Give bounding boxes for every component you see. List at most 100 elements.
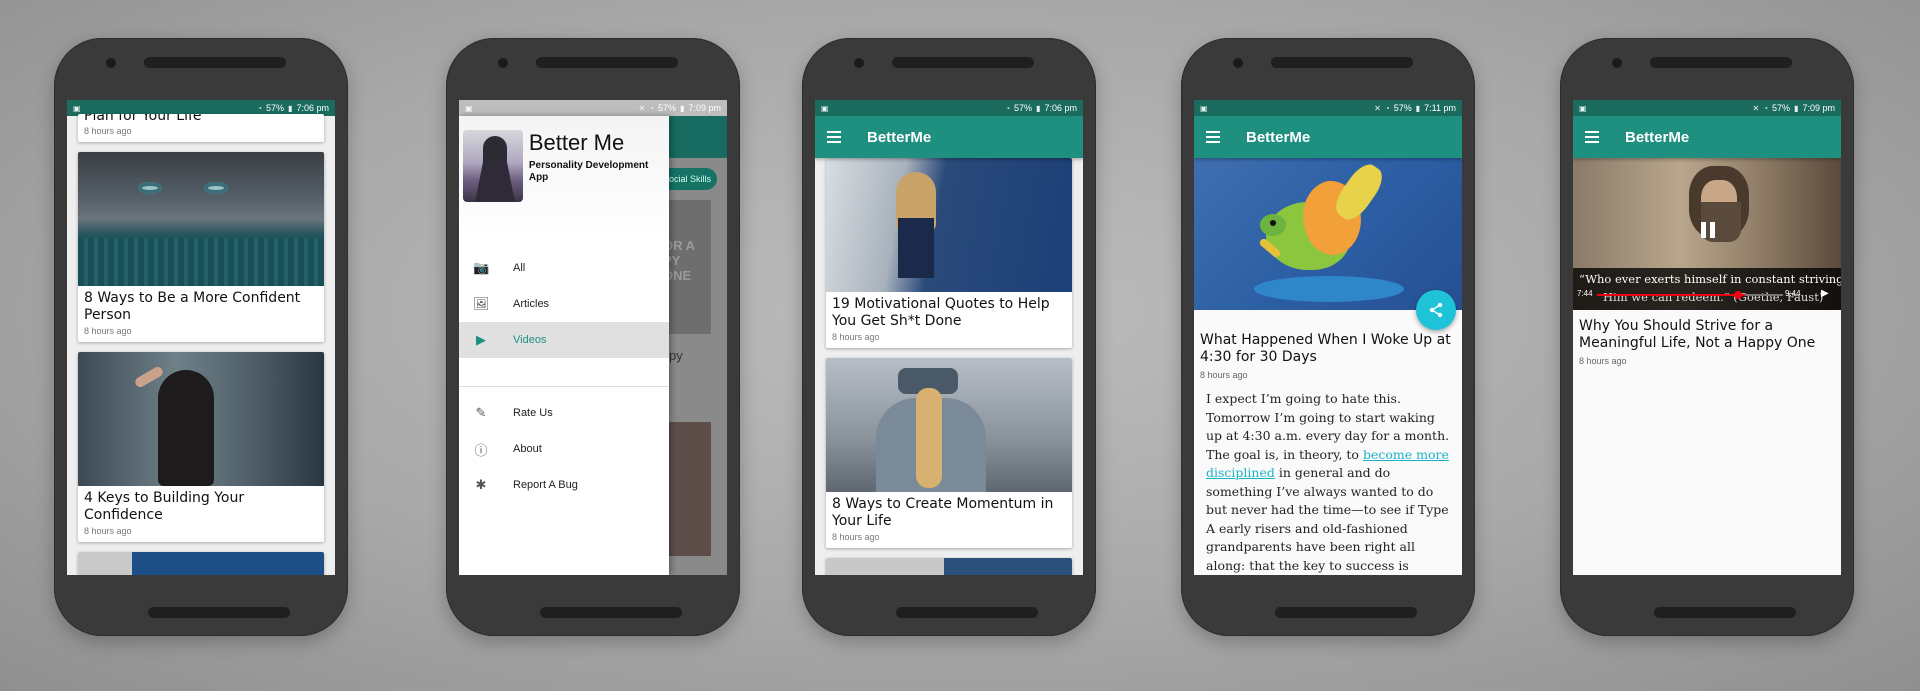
- card-time: 8 hours ago: [84, 526, 132, 536]
- menu-icon[interactable]: [1206, 131, 1220, 143]
- gallery-icon: ▣: [821, 103, 829, 113]
- menu-label: About: [513, 443, 542, 455]
- status-bar: ▣ ✕ ◔ 57% ▮ 7:09 pm: [1573, 100, 1841, 116]
- card-time: 8 hours ago: [832, 332, 880, 342]
- phone-frame-3: ▣ ◔ 57% ▮ 7:06 pm BetterMe 19 Motivation…: [802, 38, 1096, 636]
- caption-line: “Who ever exerts himself in constant str…: [1579, 272, 1841, 286]
- card-image: [78, 152, 324, 286]
- clock: 7:11 pm: [1424, 103, 1456, 113]
- battery-level: 57%: [1014, 103, 1033, 113]
- battery-icon: ▮: [680, 103, 685, 113]
- drawer-subtitle: Personality Development App: [528, 160, 649, 183]
- article-card[interactable]: [826, 558, 1072, 575]
- clock: 7:09 pm: [1802, 103, 1835, 113]
- screen-drawer: ▣ ✕ ◔ 57% ▮ 7:09 pm ocial Skills OR A PY…: [459, 100, 727, 575]
- home-bar: [540, 607, 682, 618]
- card-title: 4 Keys to Building Your Confidence: [84, 490, 245, 523]
- article-card[interactable]: Plan for Your Life 8 hours ago: [78, 114, 324, 142]
- card-time: 8 hours ago: [84, 126, 132, 136]
- app-logo: [463, 130, 523, 202]
- app-bar: BetterMe: [1573, 116, 1841, 158]
- article-card[interactable]: [78, 552, 324, 575]
- bg-text: PY ONE: [663, 253, 692, 283]
- battery-level: 57%: [1393, 103, 1412, 113]
- article-body: I expect I’m going to hate this. Tomorro…: [1194, 384, 1462, 575]
- app-title: BetterMe: [1246, 128, 1311, 146]
- card-image: [826, 158, 1072, 292]
- battery-icon: ▮: [1794, 103, 1799, 113]
- article-card[interactable]: 8 Ways to Be a More Confident Person 8 h…: [78, 152, 324, 342]
- video-title: Why You Should Strive for a Meaningful L…: [1579, 318, 1816, 351]
- menu-item-rate-us[interactable]: ✎ Rate Us: [459, 395, 669, 431]
- article-card[interactable]: 19 Motivational Quotes to Help You Get S…: [826, 158, 1072, 348]
- battery-level: 57%: [658, 103, 677, 113]
- rate-icon: ✎: [475, 405, 487, 420]
- clock: 7:06 pm: [296, 103, 329, 113]
- card-image: [826, 558, 1072, 575]
- app-title: BetterMe: [867, 128, 932, 146]
- menu-label: All: [513, 262, 526, 274]
- app-bar: BetterMe: [1194, 116, 1462, 158]
- duration-time: 9:44: [1785, 289, 1801, 298]
- seek-bar[interactable]: [1597, 294, 1783, 296]
- menu-label: Rate Us: [513, 407, 553, 419]
- card-time: 8 hours ago: [832, 532, 880, 542]
- menu-label: Report A Bug: [513, 479, 578, 491]
- menu-item-report-bug[interactable]: ✱ Report A Bug: [459, 467, 669, 503]
- drawer-header: Better Me Personality Development App: [459, 116, 669, 238]
- camera: [498, 58, 508, 68]
- card-image: [826, 358, 1072, 492]
- wifi-icon: ◔: [649, 103, 655, 113]
- mute-icon: ✕: [1374, 103, 1381, 113]
- mute-icon: ✕: [638, 103, 646, 113]
- bg-text: py: [669, 348, 683, 363]
- video-player[interactable]: “Who ever exerts himself in constant str…: [1573, 158, 1841, 310]
- clock: 7:06 pm: [1044, 103, 1077, 113]
- wifi-icon: ◔: [1005, 103, 1011, 113]
- status-bar: ▣ ✕ ◔ 57% ▮ 7:11 pm: [1194, 100, 1462, 116]
- clock: 7:09 pm: [688, 103, 721, 113]
- phone-frame-1: ▣ ◔ 57% ▮ 7:06 pm Plan for Your Life 8 h…: [54, 38, 348, 636]
- menu-icon[interactable]: [1585, 131, 1599, 143]
- article-card[interactable]: 8 Ways to Create Momentum in Your Life 8…: [826, 358, 1072, 548]
- elapsed-time: 7:44: [1577, 289, 1593, 298]
- image-icon: 🖼: [473, 296, 490, 311]
- screen-home-list: ▣ ◔ 57% ▮ 7:06 pm Plan for Your Life 8 h…: [67, 100, 335, 575]
- phone-frame-4: ▣ ✕ ◔ 57% ▮ 7:11 pm BetterMe What Happen…: [1181, 38, 1475, 636]
- phone-frame-5: ▣ ✕ ◔ 57% ▮ 7:09 pm BetterMe “Who ever e…: [1560, 38, 1854, 636]
- divider: [459, 386, 669, 387]
- battery-level: 57%: [1772, 103, 1791, 113]
- chip-label: ocial Skills: [668, 174, 711, 184]
- card-image: [78, 552, 324, 575]
- pause-icon[interactable]: [1701, 222, 1717, 244]
- card-image: [78, 352, 324, 486]
- wifi-icon: ◔: [257, 103, 263, 113]
- menu-item-videos[interactable]: ▶ Videos: [459, 322, 669, 358]
- youtube-icon[interactable]: ▶: [1821, 288, 1829, 299]
- menu-label: Videos: [513, 334, 547, 346]
- screen-articles: ▣ ◔ 57% ▮ 7:06 pm BetterMe 19 Motivation…: [815, 100, 1083, 575]
- card-time: 8 hours ago: [84, 326, 132, 336]
- menu-icon[interactable]: [827, 131, 841, 143]
- wifi-icon: ◔: [1384, 103, 1390, 113]
- home-bar: [1275, 607, 1417, 618]
- menu-item-articles[interactable]: 🖼 Articles: [459, 286, 669, 322]
- mute-icon: ✕: [1752, 103, 1760, 113]
- battery-level: 57%: [266, 103, 285, 113]
- menu-item-all[interactable]: 📷 All: [459, 250, 669, 286]
- seek-handle[interactable]: [1734, 291, 1742, 299]
- home-bar: [148, 607, 290, 618]
- share-icon: [1429, 302, 1443, 318]
- drawer-brand: Better Me: [528, 130, 625, 155]
- menu-label: Articles: [513, 298, 550, 310]
- screen-article-detail: ▣ ✕ ◔ 57% ▮ 7:11 pm BetterMe What Happen…: [1194, 100, 1462, 575]
- phone-frame-2: ▣ ✕ ◔ 57% ▮ 7:09 pm ocial Skills OR A PY…: [446, 38, 740, 636]
- card-title: 8 Ways to Create Momentum in Your Life: [832, 496, 1054, 529]
- article-card[interactable]: 4 Keys to Building Your Confidence 8 hou…: [78, 352, 324, 542]
- speaker: [1650, 57, 1792, 68]
- menu-item-about[interactable]: ⓘ About: [459, 431, 669, 467]
- speaker: [536, 57, 678, 68]
- share-button[interactable]: [1416, 290, 1456, 330]
- bg-text: OR A: [663, 238, 696, 253]
- wifi-icon: ◔: [1763, 103, 1769, 113]
